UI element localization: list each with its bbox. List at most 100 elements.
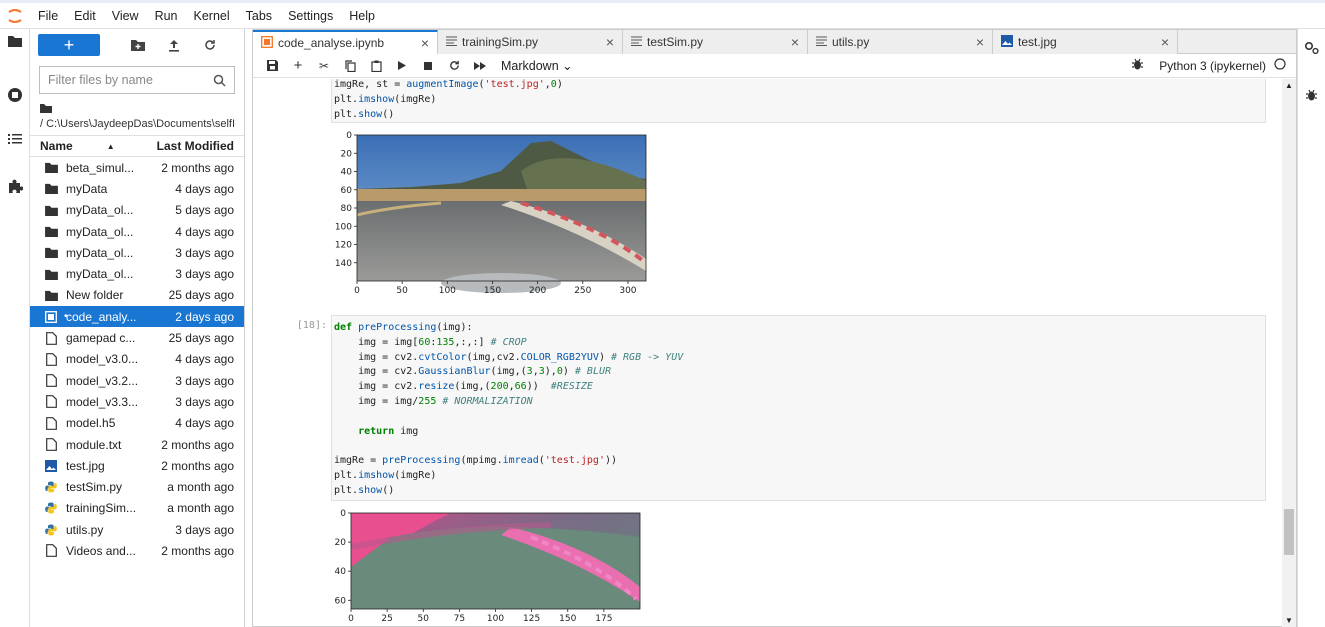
close-tab-icon[interactable]: ×: [421, 35, 429, 51]
close-tab-icon[interactable]: ×: [976, 34, 984, 50]
cut-icon[interactable]: ✂: [311, 59, 337, 73]
tab-label: utils.py: [832, 35, 870, 49]
menu-edit[interactable]: Edit: [66, 3, 104, 29]
folder-icon[interactable]: [0, 35, 30, 47]
code-cell-preprocessing[interactable]: def preProcessing(img): img = img[60:135…: [331, 315, 1266, 501]
kernel-name[interactable]: Python 3 (ipykernel): [1159, 59, 1266, 73]
file-list-item[interactable]: beta_simul... 2 months ago: [30, 157, 244, 178]
close-tab-icon[interactable]: ×: [1161, 34, 1169, 50]
insert-cell-icon[interactable]: +: [285, 57, 311, 74]
running-sessions-icon[interactable]: [0, 87, 30, 103]
file-list-item[interactable]: model_v3.2... 3 days ago: [30, 370, 244, 391]
python-icon: [44, 524, 58, 536]
upload-icon[interactable]: [156, 39, 192, 52]
x-tick-label: 75: [454, 614, 465, 624]
last-modified-column-header[interactable]: Last Modified: [157, 139, 234, 153]
file-list-item[interactable]: utils.py 3 days ago: [30, 519, 244, 540]
run-icon[interactable]: [389, 61, 415, 70]
debugger-icon[interactable]: [1306, 89, 1317, 104]
cell-type-dropdown[interactable]: Markdown ⌄: [501, 58, 573, 73]
refresh-icon[interactable]: [192, 39, 228, 51]
new-launcher-button[interactable]: +: [38, 34, 100, 56]
file-modified: 25 days ago: [168, 288, 234, 303]
table-of-contents-icon[interactable]: [0, 133, 30, 145]
copy-icon[interactable]: [337, 59, 363, 72]
file-list-item[interactable]: model_v3.3... 3 days ago: [30, 391, 244, 412]
file-icon: [44, 416, 58, 430]
file-list-item[interactable]: New folder 25 days ago: [30, 285, 244, 306]
file-list-item[interactable]: module.txt 2 months ago: [30, 434, 244, 455]
search-icon: [213, 74, 226, 87]
file-list-item[interactable]: Videos and... 2 months ago: [30, 540, 244, 561]
kernel-idle-circle-icon: [1274, 58, 1286, 73]
stop-icon[interactable]: [415, 61, 441, 70]
file-list-item[interactable]: myData_ol... 5 days ago: [30, 200, 244, 221]
file-name: beta_simul...: [66, 160, 135, 175]
document-tab[interactable]: testSim.py ×: [623, 30, 808, 54]
folder-icon: [44, 226, 58, 238]
document-tab[interactable]: code_analyse.ipynb ×: [253, 30, 438, 54]
sort-caret-up-icon[interactable]: ▲: [107, 142, 115, 151]
scroll-down-arrow-icon[interactable]: ▼: [1285, 616, 1293, 625]
file-list-item[interactable]: myData_ol... 4 days ago: [30, 221, 244, 242]
file-browser-toolbar: +: [30, 29, 244, 61]
file-list-item[interactable]: myData 4 days ago: [30, 178, 244, 199]
document-tab[interactable]: trainingSim.py ×: [438, 30, 623, 54]
menu-tabs[interactable]: Tabs: [238, 3, 280, 29]
x-tick-label: 25: [381, 614, 392, 624]
menu-settings[interactable]: Settings: [280, 3, 341, 29]
file-list-item[interactable]: gamepad c... 25 days ago: [30, 327, 244, 348]
menu-file[interactable]: File: [30, 3, 66, 29]
breadcrumb-path[interactable]: / C:\Users\JaydeepDas\Documents\selfI: [40, 118, 235, 130]
file-list-item[interactable]: • code_analy... 2 days ago: [30, 306, 244, 328]
vertical-scrollbar[interactable]: ▲ ▼: [1282, 79, 1296, 627]
new-folder-icon[interactable]: [120, 39, 156, 51]
file-list-item[interactable]: myData_ol... 3 days ago: [30, 242, 244, 263]
file-icon: [44, 438, 58, 451]
file-modified: 4 days ago: [175, 181, 234, 196]
close-tab-icon[interactable]: ×: [606, 34, 614, 50]
text-file-icon: [631, 35, 642, 49]
file-list-item[interactable]: test.jpg 2 months ago: [30, 455, 244, 476]
file-list-header: Name ▲ Last Modified: [30, 135, 244, 157]
property-inspector-gears-icon[interactable]: [1304, 41, 1320, 58]
menu-help[interactable]: Help: [341, 3, 383, 29]
extension-puzzle-icon[interactable]: [0, 179, 30, 194]
file-list-item[interactable]: model_v3.0... 4 days ago: [30, 349, 244, 370]
menu-run[interactable]: Run: [147, 3, 186, 29]
file-name: utils.py: [66, 522, 104, 537]
scrollbar-thumb[interactable]: [1284, 509, 1294, 555]
document-tab[interactable]: utils.py ×: [808, 30, 993, 54]
file-list-item[interactable]: myData_ol... 3 days ago: [30, 263, 244, 284]
file-list-item[interactable]: testSim.py a month ago: [30, 476, 244, 497]
fast-forward-icon[interactable]: [467, 61, 493, 70]
save-icon[interactable]: [259, 60, 285, 71]
file-modified: 2 months ago: [161, 437, 234, 452]
code-line: def preProcessing(img):: [334, 322, 473, 333]
x-tick-label: 125: [523, 614, 540, 624]
restart-icon[interactable]: [441, 60, 467, 71]
code-line: imgRe, st = augmentImage('test.jpg',0): [334, 79, 563, 90]
file-list-item[interactable]: trainingSim... a month ago: [30, 498, 244, 519]
scroll-up-arrow-icon[interactable]: ▲: [1285, 81, 1293, 90]
paste-icon[interactable]: [363, 60, 389, 72]
home-folder-icon[interactable]: [40, 103, 234, 116]
image-icon: [1001, 34, 1013, 50]
name-column-header[interactable]: Name: [40, 139, 73, 153]
menu-view[interactable]: View: [104, 3, 147, 29]
notebook-content: imgRe, st = augmentImage('test.jpg',0) pl…: [253, 79, 1296, 627]
close-tab-icon[interactable]: ×: [791, 34, 799, 50]
file-modified: a month ago: [167, 480, 234, 495]
code-cell[interactable]: imgRe, st = augmentImage('test.jpg',0) pl…: [331, 79, 1266, 123]
document-tab[interactable]: test.jpg ×: [993, 30, 1178, 54]
debugger-bug-icon[interactable]: [1132, 58, 1144, 73]
file-name: test.jpg: [66, 458, 105, 473]
filter-files-input[interactable]: Filter files by name: [39, 66, 235, 94]
file-modified: a month ago: [167, 501, 234, 516]
file-modified: 2 months ago: [161, 543, 234, 558]
file-icon: [44, 374, 58, 388]
file-list-item[interactable]: model.h5 4 days ago: [30, 413, 244, 434]
x-tick-label: 175: [595, 614, 612, 624]
folder-icon: [44, 162, 58, 174]
menu-kernel[interactable]: Kernel: [186, 3, 238, 29]
